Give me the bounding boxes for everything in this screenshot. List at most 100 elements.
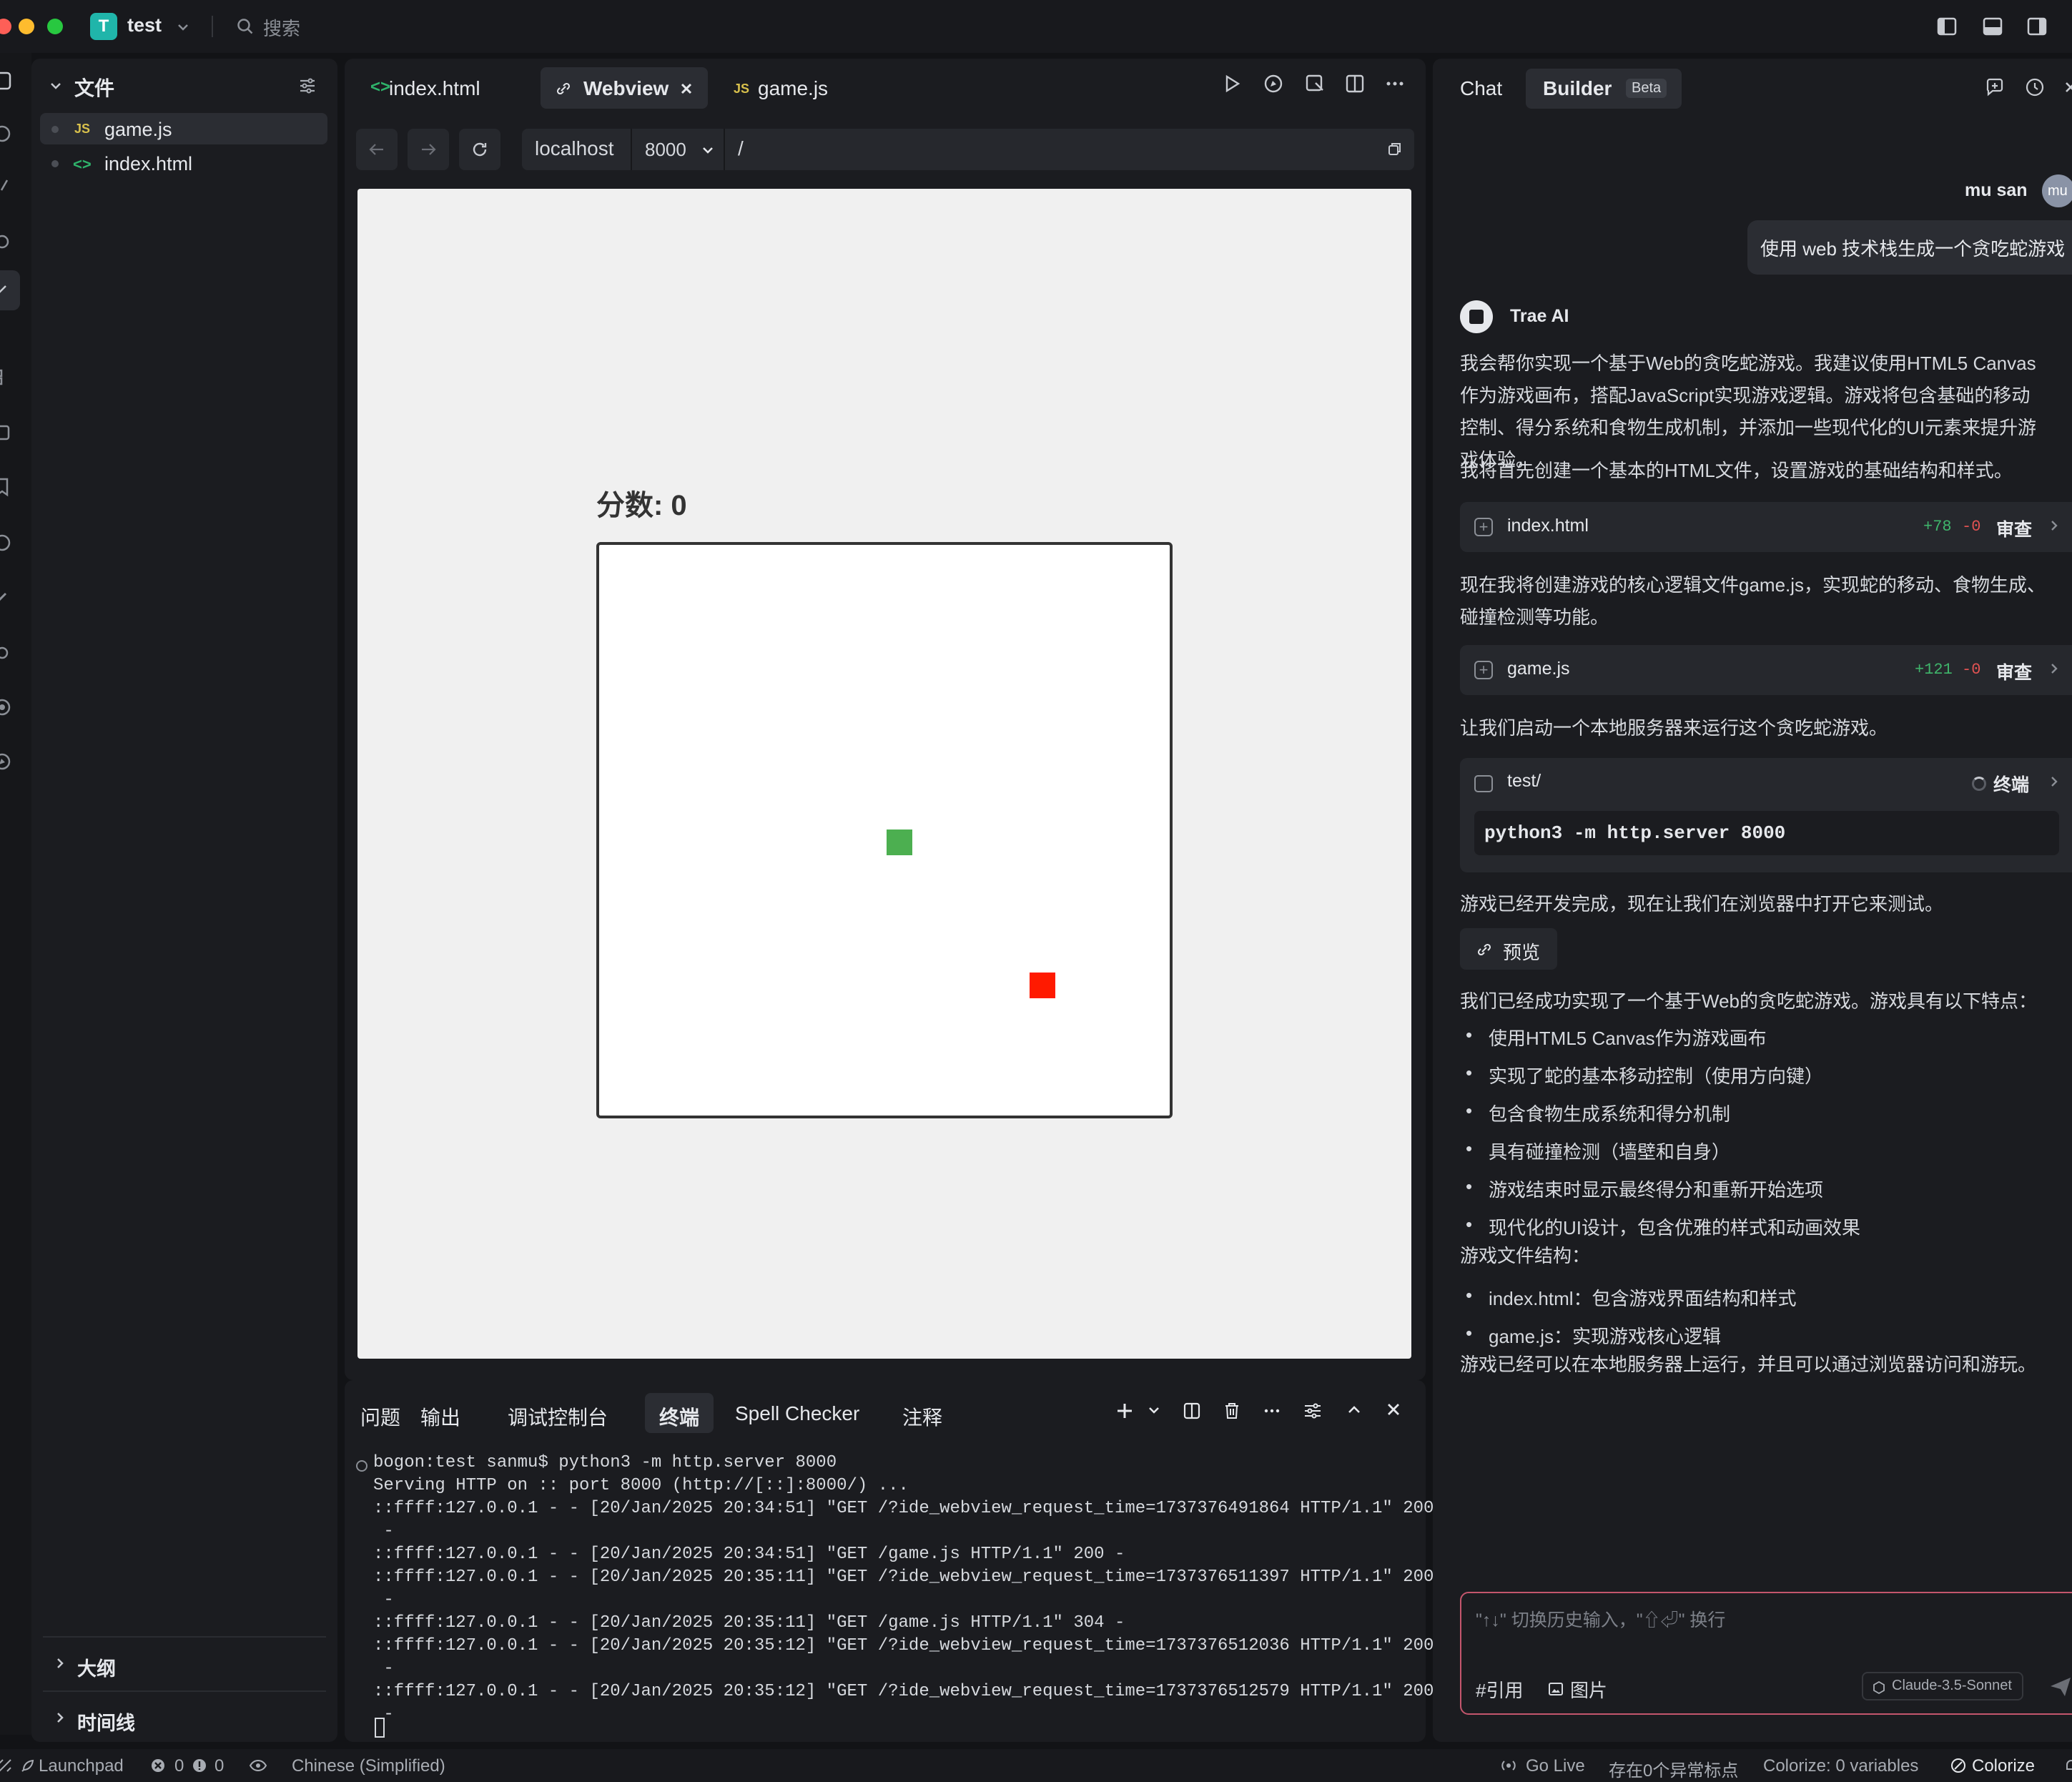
open-terminal-button[interactable]: 终端	[1993, 771, 2029, 797]
new-chat-icon[interactable]	[1983, 76, 2006, 99]
image-button[interactable]: 图片	[1570, 1676, 1607, 1703]
breakpoint-status[interactable]: 存在0个异常标点	[1609, 1756, 1738, 1781]
source-control-icon[interactable]	[0, 122, 14, 146]
go-live-button[interactable]: Go Live	[1526, 1756, 1585, 1776]
close-window-button[interactable]	[0, 19, 11, 34]
url-path[interactable]: /	[738, 137, 744, 160]
tab-webview[interactable]: Webview	[541, 67, 708, 109]
chevron-down-icon[interactable]	[1147, 1403, 1161, 1417]
terminal-command-card[interactable]: test/ 终端 python3 -m http.server 8000	[1460, 758, 2072, 872]
extensions-icon[interactable]	[0, 365, 14, 389]
pen-icon[interactable]	[0, 585, 14, 609]
explorer-icon[interactable]	[0, 69, 14, 93]
plus-icon: +	[1474, 518, 1493, 536]
panel-settings-icon[interactable]	[1303, 1402, 1323, 1420]
remote-icon[interactable]	[0, 1758, 13, 1773]
colorize-variables[interactable]: Colorize: 0 variables	[1763, 1756, 1918, 1776]
close-icon[interactable]	[1386, 1402, 1401, 1417]
minimize-window-button[interactable]	[19, 19, 34, 34]
error-icon[interactable]	[150, 1758, 166, 1773]
tab-comments[interactable]: 注释	[901, 1393, 952, 1433]
toggle-sidebar-icon[interactable]	[1936, 16, 1958, 37]
outline-section[interactable]: 大纲	[43, 1636, 326, 1689]
rocket-icon	[21, 1759, 34, 1772]
chevron-right-icon	[57, 1658, 64, 1668]
maximize-window-button[interactable]	[47, 19, 63, 34]
forward-button[interactable]	[408, 129, 449, 170]
project-badge[interactable]: T	[90, 13, 117, 40]
url-field[interactable]: localhost 8000 /	[522, 129, 1414, 170]
game-canvas[interactable]	[596, 542, 1173, 1118]
split-editor-icon[interactable]	[1344, 73, 1366, 94]
search-input[interactable]: 搜索	[263, 14, 300, 41]
compass-icon[interactable]	[0, 749, 14, 774]
tab-problems[interactable]: 问题	[359, 1393, 410, 1433]
chevron-down-icon[interactable]	[49, 79, 63, 93]
model-selector[interactable]: Claude-3.5-Sonnet	[1862, 1672, 2023, 1700]
file-change-card[interactable]: + index.html +78 -0 审查	[1460, 502, 2072, 552]
error-count[interactable]: 0	[174, 1756, 184, 1776]
preview-button[interactable]: 预览	[1460, 928, 1557, 970]
notification-icon[interactable]	[2063, 1758, 2072, 1773]
trash-icon[interactable]	[1223, 1402, 1241, 1420]
title-divider	[212, 16, 213, 37]
chevron-up-icon[interactable]	[1346, 1402, 1363, 1419]
tab-game-js[interactable]: JS game.js	[724, 67, 845, 109]
target-icon[interactable]	[0, 695, 14, 719]
back-button[interactable]	[356, 129, 398, 170]
ai-avatar	[1460, 300, 1493, 333]
url-host[interactable]: localhost	[535, 137, 614, 160]
tab-output[interactable]: 输出	[419, 1393, 470, 1433]
review-button[interactable]: 审查	[1996, 516, 2032, 541]
history-icon[interactable]	[0, 531, 14, 555]
close-icon[interactable]	[2063, 76, 2072, 99]
more-icon[interactable]	[1384, 73, 1406, 94]
copy-icon[interactable]	[1387, 141, 1403, 157]
file-item-game-js[interactable]: JS game.js	[40, 113, 327, 144]
run-icon[interactable]	[1221, 73, 1243, 94]
toggle-panel-icon[interactable]	[1982, 16, 2003, 37]
terminal-output[interactable]: bogon:test sanmu$ python3 -m http.server…	[373, 1452, 1434, 1726]
close-icon[interactable]	[679, 82, 694, 96]
tab-terminal[interactable]: 终端	[645, 1393, 714, 1433]
split-terminal-icon[interactable]	[1183, 1402, 1201, 1420]
eye-icon[interactable]	[249, 1758, 267, 1773]
compass-icon[interactable]	[1263, 73, 1284, 94]
file-item-index-html[interactable]: <> index.html	[40, 147, 327, 179]
link-icon[interactable]	[0, 279, 14, 303]
search-panel-icon[interactable]	[0, 174, 14, 199]
tab-chat[interactable]: Chat	[1460, 77, 1502, 100]
history-icon[interactable]	[2023, 76, 2046, 99]
reload-button[interactable]	[459, 129, 500, 170]
timeline-section[interactable]: 时间线	[43, 1690, 326, 1743]
terminal-icon	[1474, 775, 1493, 792]
settings-icon[interactable]	[0, 641, 14, 665]
language-indicator[interactable]: Chinese (Simplified)	[292, 1756, 445, 1776]
tab-debug-console[interactable]: 调试控制台	[506, 1393, 608, 1433]
more-icon[interactable]	[1263, 1402, 1281, 1420]
chat-input[interactable]: "↑↓" 切换历史输入，"⇧⏎" 换行 #引用 图片 Claude-3.5-So…	[1460, 1592, 2072, 1715]
filter-icon[interactable]	[297, 76, 317, 96]
warning-count[interactable]: 0	[214, 1756, 224, 1776]
database-icon[interactable]	[0, 420, 14, 445]
chevron-down-icon[interactable]	[176, 20, 190, 34]
review-button[interactable]: 审查	[1996, 659, 2032, 684]
launchpad-button[interactable]: Launchpad	[39, 1756, 124, 1776]
reference-button[interactable]: #引用	[1476, 1676, 1523, 1703]
send-icon[interactable]	[2048, 1673, 2072, 1699]
tab-builder[interactable]: Builder Beta	[1526, 69, 1682, 109]
colorize-button[interactable]: Colorize	[1972, 1756, 2035, 1776]
terminal-line: ::ffff:127.0.0.1 - - [20/Jan/2025 20:34:…	[373, 1499, 1434, 1518]
project-name[interactable]: test	[127, 14, 162, 36]
toggle-secondary-sidebar-icon[interactable]	[2026, 16, 2048, 37]
plus-icon[interactable]	[1115, 1402, 1134, 1420]
bookmark-icon[interactable]	[0, 475, 14, 499]
file-change-card[interactable]: + game.js +121 -0 审查	[1460, 645, 2072, 695]
tab-index-html[interactable]: <> index.html	[360, 67, 510, 109]
open-in-browser-icon[interactable]	[1304, 73, 1326, 94]
warning-icon[interactable]	[192, 1758, 207, 1773]
webview-content[interactable]: 分数: 0	[357, 189, 1411, 1359]
tab-spell-checker[interactable]: Spell Checker	[735, 1393, 864, 1433]
debug-icon[interactable]	[0, 229, 14, 253]
port-select[interactable]: 8000	[631, 129, 725, 170]
